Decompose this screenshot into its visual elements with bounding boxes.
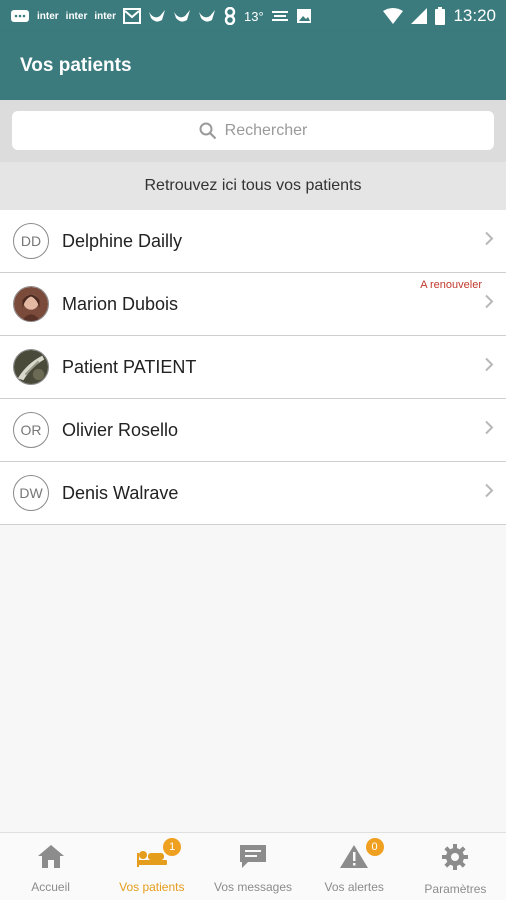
chevron-right-icon <box>484 483 494 504</box>
search-bar: Rechercher <box>0 100 506 162</box>
avatar-photo <box>13 286 49 322</box>
message-icon <box>238 843 268 874</box>
patient-name: Delphine Dailly <box>62 230 183 251</box>
signal-icon <box>411 8 428 24</box>
temperature: 13° <box>244 8 264 24</box>
nav-label: Vos patients <box>119 880 185 894</box>
avatar-photo <box>13 349 49 385</box>
app-bar: Vos patients <box>0 32 506 100</box>
patients-count-badge: 1 <box>163 838 182 856</box>
home-icon <box>36 843 66 874</box>
avatar: DD <box>13 223 49 259</box>
status-bar: inter inter inter 13° 13:20 <box>0 0 506 32</box>
info-text: Retrouvez ici tous vos patients <box>144 177 362 194</box>
chevron-right-icon <box>484 294 494 315</box>
patient-row[interactable]: DW Denis Walrave <box>0 462 506 525</box>
chevron-right-icon <box>484 420 494 441</box>
patient-name: Olivier Rosello <box>62 419 179 440</box>
bird-icon <box>173 8 191 24</box>
page-title: Vos patients <box>20 55 132 76</box>
status-label: inter <box>37 10 59 22</box>
avatar: DW <box>13 475 49 511</box>
bird-icon <box>148 8 166 24</box>
gmail-icon <box>123 8 142 24</box>
status-time: 13:20 <box>453 6 496 25</box>
patient-name: Marion Dubois <box>62 293 179 314</box>
patient-list: DD Delphine Dailly Marion Dubois A renou… <box>0 210 506 525</box>
nav-patients[interactable]: 1 Vos patients <box>101 833 202 900</box>
avatar: OR <box>13 412 49 448</box>
status-label: inter <box>65 10 88 22</box>
nav-home[interactable]: Accueil <box>0 833 101 900</box>
gear-icon <box>441 843 469 876</box>
patient-row[interactable]: Marion Dubois A renouveler <box>0 273 506 336</box>
chevron-right-icon <box>484 231 494 252</box>
nav-label: Paramètres <box>424 882 487 896</box>
nav-label: Vos alertes <box>324 880 384 894</box>
nav-alerts[interactable]: 0 Vos alertes <box>304 833 405 900</box>
bird-icon <box>198 8 216 24</box>
patient-row[interactable]: DD Delphine Dailly <box>0 210 506 273</box>
chevron-right-icon <box>484 357 494 378</box>
patient-name: Denis Walrave <box>62 482 179 503</box>
nav-messages[interactable]: Vos messages <box>202 833 303 900</box>
bottom-nav: Accueil 1 Vos patients Vos messages 0 Vo… <box>0 832 506 900</box>
search-input[interactable]: Rechercher <box>12 111 494 150</box>
search-icon <box>199 122 217 140</box>
alerts-count-badge: 0 <box>365 838 384 856</box>
nav-label: Accueil <box>31 880 70 894</box>
status-label: inter <box>94 10 117 22</box>
wifi-icon <box>383 8 404 24</box>
nav-label: Vos messages <box>213 880 293 894</box>
notification-icon <box>10 9 30 23</box>
alert-icon <box>339 843 369 874</box>
nav-settings[interactable]: Paramètres <box>405 833 506 900</box>
patient-row[interactable]: OR Olivier Rosello <box>0 399 506 462</box>
search-placeholder: Rechercher <box>224 121 308 139</box>
info-banner: Retrouvez ici tous vos patients <box>0 162 506 210</box>
patient-row[interactable]: Patient PATIENT <box>0 336 506 399</box>
patient-name: Patient PATIENT <box>62 356 197 377</box>
renew-badge: A renouveler <box>420 279 482 291</box>
app-8-icon <box>223 7 237 25</box>
image-icon <box>296 8 312 24</box>
battery-icon <box>435 7 446 25</box>
weather-icon <box>271 9 289 23</box>
